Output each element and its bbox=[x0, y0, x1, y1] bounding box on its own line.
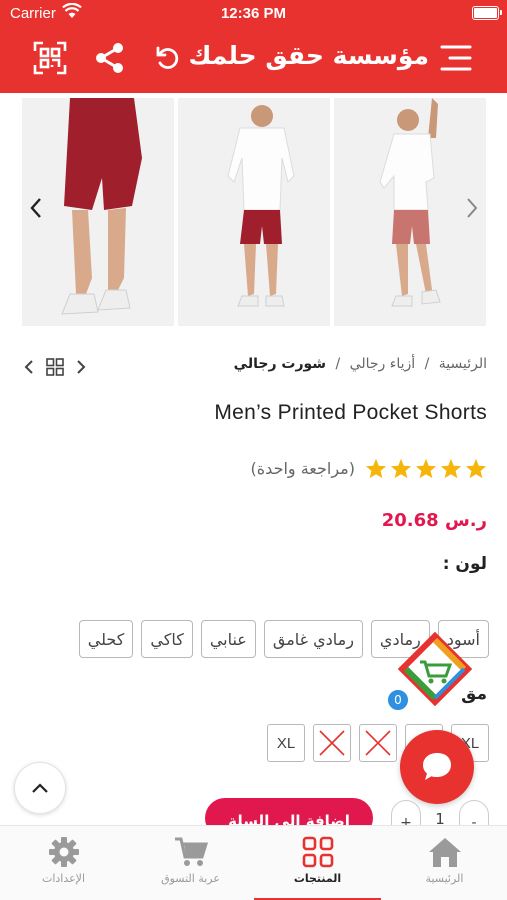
color-option[interactable]: عنابي bbox=[200, 620, 256, 658]
star-icon bbox=[365, 458, 387, 478]
color-label: لون : bbox=[442, 554, 487, 574]
tab-cart-label: عربة التسوق bbox=[161, 872, 220, 885]
share-icon[interactable] bbox=[91, 40, 127, 76]
status-time: 12:36 PM bbox=[220, 5, 287, 22]
next-product-icon[interactable] bbox=[74, 358, 88, 380]
review-count[interactable]: (مراجعة واحدة) bbox=[251, 459, 355, 478]
tab-products[interactable]: المنتجات bbox=[254, 826, 381, 900]
bottom-tab-bar: الإعدادات عربة التسوق المنتجات الرئيسية bbox=[0, 825, 507, 900]
grid-icon bbox=[302, 836, 333, 868]
chat-button[interactable] bbox=[400, 730, 474, 804]
product-navigation bbox=[22, 356, 92, 378]
gallery-prev-icon[interactable] bbox=[26, 193, 46, 223]
page-title: مؤسسة حقق حلمك bbox=[188, 41, 429, 70]
size-option-unavailable bbox=[313, 724, 351, 762]
tab-cart[interactable]: عربة التسوق bbox=[127, 826, 254, 900]
star-icon bbox=[390, 458, 412, 478]
chat-bubble-icon bbox=[423, 753, 451, 780]
breadcrumb-category[interactable]: أزياء رجالي bbox=[350, 356, 415, 372]
product-gallery[interactable] bbox=[0, 93, 507, 333]
unavailable-icon bbox=[365, 730, 391, 756]
status-bar: Carrier 12:36 PM bbox=[0, 0, 507, 28]
scroll-to-top-button[interactable] bbox=[14, 762, 66, 814]
chevron-up-icon bbox=[32, 783, 48, 793]
product-title: Men’s Printed Pocket Shorts bbox=[214, 401, 487, 424]
battery-icon bbox=[472, 6, 502, 20]
tab-home[interactable]: الرئيسية bbox=[381, 826, 507, 900]
home-icon bbox=[428, 838, 461, 867]
star-icon bbox=[415, 458, 437, 478]
cart-icon bbox=[174, 837, 208, 866]
qr-code-icon[interactable] bbox=[32, 40, 68, 76]
gear-icon bbox=[48, 837, 79, 867]
star-icon bbox=[440, 458, 462, 478]
tab-settings-label: الإعدادات bbox=[41, 872, 86, 885]
menu-icon[interactable] bbox=[438, 40, 474, 76]
star-rating bbox=[365, 458, 487, 479]
tab-products-label: المنتجات bbox=[293, 872, 342, 885]
app-header: Carrier 12:36 PM مؤسسة حقق حلمك bbox=[0, 0, 507, 93]
prev-product-icon[interactable] bbox=[22, 358, 36, 380]
cart-count-badge: 0 bbox=[386, 688, 410, 712]
refresh-icon[interactable] bbox=[150, 40, 186, 76]
grid-view-icon[interactable] bbox=[46, 358, 64, 380]
tab-settings[interactable]: الإعدادات bbox=[0, 826, 127, 900]
product-price: ر.س 20.68 bbox=[381, 510, 487, 531]
breadcrumb: الرئيسية / أزياء رجالي / شورت رجالي bbox=[234, 356, 487, 372]
breadcrumb-home[interactable]: الرئيسية bbox=[439, 356, 487, 372]
gallery-next-icon[interactable] bbox=[462, 193, 482, 223]
unavailable-icon bbox=[319, 730, 345, 756]
tab-home-label: الرئيسية bbox=[425, 872, 464, 885]
color-option[interactable]: رمادي غامق bbox=[263, 620, 363, 658]
size-option[interactable]: XL bbox=[267, 724, 305, 762]
color-option[interactable]: كاكي bbox=[141, 620, 193, 658]
breadcrumb-current: شورت رجالي bbox=[233, 356, 327, 372]
breadcrumb-separator: / bbox=[424, 356, 430, 372]
product-rating[interactable]: (مراجعة واحدة) bbox=[251, 455, 487, 481]
breadcrumb-separator: / bbox=[335, 356, 341, 372]
size-option-unavailable bbox=[359, 724, 397, 762]
star-icon bbox=[465, 458, 487, 478]
product-image-front[interactable] bbox=[178, 98, 330, 326]
color-option[interactable]: كحلي bbox=[78, 620, 134, 658]
